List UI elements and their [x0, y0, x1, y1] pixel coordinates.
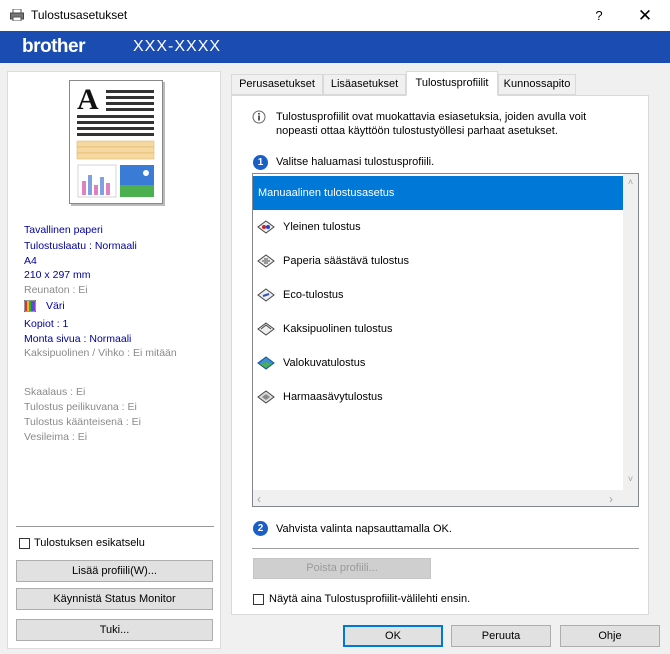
- print-quality: Tulostuslaatu : Normaali: [24, 240, 137, 252]
- list-item[interactable]: Kaksipuolinen tulostus: [253, 312, 623, 346]
- list-item[interactable]: Valokuvatulostus: [253, 346, 623, 380]
- window-title: Tulostusasetukset: [31, 8, 128, 22]
- delete-profile-button[interactable]: Poista profiili...: [253, 558, 431, 579]
- status-monitor-button[interactable]: Käynnistä Status Monitor: [16, 588, 213, 610]
- page-preview: A: [69, 80, 163, 204]
- scroll-down-icon[interactable]: ˅: [623, 474, 638, 484]
- add-profile-button[interactable]: Lisää profiili(W)...: [16, 560, 213, 582]
- brand-logo: brother: [22, 36, 86, 57]
- always-show-label: Näytä aina Tulostusprofiilit-välilehti e…: [269, 593, 471, 605]
- general-print-icon: [257, 220, 275, 234]
- vertical-scrollbar[interactable]: ˄ ˅: [623, 174, 638, 490]
- color-icon: [24, 300, 36, 312]
- multipage-setting: Monta sivua : Normaali: [24, 333, 132, 345]
- scroll-up-icon[interactable]: ˄: [623, 177, 638, 187]
- model-name: XXX-XXXX: [133, 38, 222, 55]
- scroll-right-icon[interactable]: ›: [609, 492, 613, 506]
- grayscale-print-icon: [257, 390, 275, 404]
- step-2-text: Vahvista valinta napsauttamalla OK.: [276, 523, 452, 535]
- list-item-label: Kaksipuolinen tulostus: [283, 323, 393, 335]
- duplex-print-icon: [257, 322, 275, 336]
- svg-text:A: A: [77, 83, 99, 116]
- right-divider: [252, 548, 639, 549]
- step-1-icon: 1: [253, 155, 268, 170]
- list-item-label: Valokuvatulostus: [283, 357, 366, 369]
- support-button[interactable]: Tuki...: [16, 619, 213, 641]
- eco-print-icon: [257, 288, 275, 302]
- print-preview-label: Tulostuksen esikatselu: [34, 537, 145, 549]
- help-title-button[interactable]: ?: [584, 4, 614, 28]
- paper-type: Tavallinen paperi: [24, 224, 103, 236]
- list-item[interactable]: Eco-tulostus: [253, 278, 623, 312]
- scroll-left-icon[interactable]: ‹: [257, 492, 261, 506]
- always-show-checkbox[interactable]: [253, 594, 264, 605]
- mirror-setting: Tulostus peilikuvana : Ei: [24, 401, 137, 413]
- cancel-button[interactable]: Peruuta: [451, 625, 551, 647]
- tab-basic[interactable]: Perusasetukset: [231, 74, 323, 95]
- scaling-setting: Skaalaus : Ei: [24, 386, 86, 398]
- scroll-corner: [623, 490, 638, 506]
- list-item[interactable]: Paperia säästävä tulostus: [253, 244, 623, 278]
- close-icon[interactable]: ✕: [628, 4, 662, 28]
- list-item-label: Yleinen tulostus: [283, 221, 361, 233]
- print-preview-checkbox[interactable]: [19, 538, 30, 549]
- tab-advanced[interactable]: Lisäasetukset: [323, 74, 406, 95]
- step-2-icon: 2: [253, 521, 268, 536]
- tab-print-profiles[interactable]: Tulostusprofiilit: [406, 71, 498, 96]
- copies-setting: Kopiot : 1: [24, 318, 69, 330]
- printer-icon: [10, 9, 24, 21]
- tab-maintenance[interactable]: Kunnossapito: [498, 74, 576, 95]
- left-divider: [16, 526, 214, 527]
- borderless-setting: Reunaton : Ei: [24, 284, 88, 296]
- profiles-description: Tulostusprofiilit ovat muokattavia esias…: [276, 111, 587, 137]
- reverse-setting: Tulostus käänteisenä : Ei: [24, 416, 141, 428]
- list-item[interactable]: Manuaalinen tulostusasetus: [253, 176, 623, 210]
- horizontal-scrollbar[interactable]: ‹ ›: [253, 490, 623, 506]
- brand-bar: [0, 31, 670, 63]
- photo-print-icon: [257, 356, 275, 370]
- color-mode: Väri: [46, 300, 65, 312]
- list-item-label: Paperia säästävä tulostus: [283, 255, 409, 267]
- info-icon: [252, 110, 266, 124]
- paper-dimensions: 210 x 297 mm: [24, 269, 91, 281]
- step-1-text: Valitse haluamasi tulostusprofiili.: [276, 156, 435, 168]
- paper-size: A4: [24, 255, 37, 267]
- paper-saving-icon: [257, 254, 275, 268]
- help-button[interactable]: Ohje: [560, 625, 660, 647]
- list-item-label: Harmaasävytulostus: [283, 391, 383, 403]
- list-item-label: Manuaalinen tulostusasetus: [258, 187, 395, 199]
- duplex-setting: Kaksipuolinen / Vihko : Ei mitään: [24, 347, 177, 359]
- ok-button[interactable]: OK: [343, 625, 443, 647]
- list-item[interactable]: Yleinen tulostus: [253, 210, 623, 244]
- list-item-label: Eco-tulostus: [283, 289, 344, 301]
- watermark-setting: Vesileima : Ei: [24, 431, 88, 443]
- list-item[interactable]: Harmaasävytulostus: [253, 380, 623, 414]
